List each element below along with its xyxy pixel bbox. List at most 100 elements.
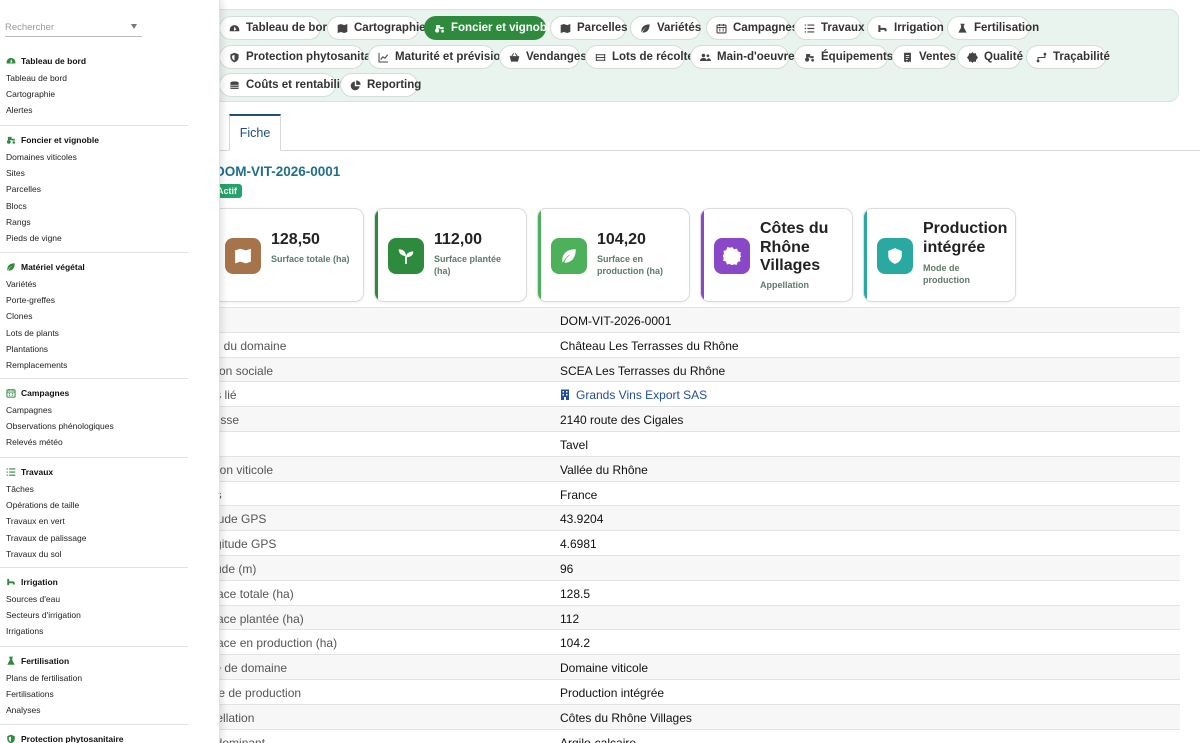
nav-item-parcelles[interactable]: Parcelles <box>550 16 628 40</box>
stat-card: 104,20 Surface en production (ha) <box>537 208 690 302</box>
nav-item-tableau-de-bord[interactable]: Tableau de bord <box>219 16 334 40</box>
sidebar-item[interactable]: Analyses <box>6 705 41 715</box>
sidebar-item[interactable]: Sites <box>6 168 25 178</box>
nav-item-vendanges[interactable]: Vendanges <box>499 45 587 69</box>
table-row: Latitude GPS 43.9204 <box>195 505 1180 531</box>
chevron-down-icon[interactable] <box>131 24 137 29</box>
sidebar-item[interactable]: Sources d'eau <box>6 594 60 604</box>
nav-item-foncier-et-vignoble[interactable]: Foncier et vignoble <box>424 16 556 40</box>
users-icon <box>700 52 711 63</box>
sidebar-section-header: Protection phytosanitaire <box>6 734 124 743</box>
sidebar-item[interactable]: Rangs <box>6 217 31 227</box>
basket-icon <box>509 52 520 63</box>
sidebar-item[interactable]: Opérations de taille <box>6 500 79 510</box>
faucet-icon <box>877 23 888 34</box>
sidebar-item[interactable]: Tâches <box>6 484 34 494</box>
flask-icon <box>957 23 968 34</box>
tab-fiche[interactable]: Fiche <box>229 114 281 151</box>
nav-item-couts-et-rentabilite[interactable]: Coûts et rentabilité <box>219 73 350 97</box>
nav-item-maturite-et-prevision[interactable]: Maturité et prévision <box>368 45 507 69</box>
nav-item-label: Lots de récolte <box>612 51 694 63</box>
stat-label: Surface totale (ha) <box>271 254 350 264</box>
linked-third-party[interactable]: Grands Vins Export SAS <box>560 388 707 402</box>
nav-item-irrigation[interactable]: Irrigation <box>867 16 944 40</box>
sidebar-item[interactable]: Travaux en vert <box>6 516 65 526</box>
field-value: Château Les Terrasses du Rhône <box>560 338 739 353</box>
sidebar-divider <box>0 724 188 725</box>
nav-item-label: Reporting <box>367 79 422 91</box>
nav-item-lots-de-recolte[interactable]: Lots de récolte <box>585 45 694 69</box>
nav-item-varietes[interactable]: Variétés <box>630 16 701 40</box>
sidebar-item[interactable]: Plans de fertilisation <box>6 673 82 683</box>
sidebar-item[interactable]: Remplacements <box>6 360 67 370</box>
stat-label: Surface plantée (ha) <box>434 254 502 276</box>
nav-item-fertilisation[interactable]: Fertilisation <box>947 16 1039 40</box>
card-accent-bar <box>864 209 867 301</box>
sidebar-section-title: Foncier et vignoble <box>21 135 99 145</box>
sidebar-item[interactable]: Variétés <box>6 279 37 289</box>
nav-item-label: Variétés <box>657 22 702 34</box>
sidebar-section-header: Matériel végétal <box>6 262 85 272</box>
nav-item-reporting[interactable]: Reporting <box>340 73 422 97</box>
stat-label: Surface en production (ha) <box>597 254 663 276</box>
sidebar-item[interactable]: Cartographie <box>6 89 55 99</box>
stat-card: 128,50 Surface totale (ha) <box>211 208 364 302</box>
sidebar-item[interactable]: Alertes <box>6 105 32 115</box>
nav-item-tracabilite[interactable]: Traçabilité <box>1026 45 1110 69</box>
nav-item-cartographie[interactable]: Cartographie <box>327 16 426 40</box>
sidebar-section-title: Protection phytosanitaire <box>21 734 124 743</box>
link-text[interactable]: Grands Vins Export SAS <box>576 388 707 402</box>
sidebar-item[interactable]: Porte-greffes <box>6 295 55 305</box>
sidebar-divider <box>0 378 188 379</box>
sidebar-section-header: Foncier et vignoble <box>6 135 99 145</box>
nav-item-label: Ventes <box>919 51 957 63</box>
sidebar-item[interactable]: Observations phénologiques <box>6 421 114 431</box>
stat-card: Côtes du Rhône Villages Appellation <box>700 208 853 302</box>
sidebar-item[interactable]: Plantations <box>6 344 48 354</box>
nav-item-label: Campagnes <box>733 22 799 34</box>
sidebar-section-header: Tableau de bord <box>6 56 86 66</box>
stat-card: Production intégrée Mode de production <box>863 208 1016 302</box>
nav-item-campagnes[interactable]: Campagnes <box>706 16 798 40</box>
dashboard-icon <box>229 23 240 34</box>
nav-item-travaux[interactable]: Travaux <box>794 16 864 40</box>
stat-value: 112,00 <box>434 231 483 248</box>
sidebar-item[interactable]: Relevés météo <box>6 437 63 447</box>
sidebar-item[interactable]: Tableau de bord <box>6 73 67 83</box>
nav-item-label: Fertilisation <box>974 22 1040 34</box>
pie-icon <box>350 79 361 91</box>
nav-item-ventes[interactable]: Ventes <box>892 45 956 69</box>
list-icon <box>804 23 815 34</box>
sidebar-item[interactable]: Campagnes <box>6 405 52 415</box>
table-row: Tiers liéGrands Vins Export SAS <box>195 381 1180 406</box>
nav-item-protection-phytosanitaire[interactable]: Protection phytosanitaire <box>219 45 385 69</box>
search-input[interactable]: Rechercher <box>5 16 142 37</box>
field-value: 112 <box>560 611 580 626</box>
flask-icon <box>6 656 16 666</box>
sidebar-item[interactable]: Secteurs d'irrigation <box>6 610 81 620</box>
nav-item-qualite[interactable]: Qualité <box>957 45 1023 69</box>
sidebar-section-header: Irrigation <box>6 577 58 587</box>
nav-item-label: Main-d'oeuvre <box>717 51 795 63</box>
nav-item-label: Protection phytosanitaire <box>246 51 385 63</box>
sidebar-item[interactable]: Pieds de vigne <box>6 233 62 243</box>
sidebar-item[interactable]: Lots de plants <box>6 328 59 338</box>
field-value: Domaine viticole <box>560 661 649 676</box>
table-row: Région viticole Vallée du Rhône <box>195 455 1180 481</box>
nav-item-label: Foncier et vignoble <box>451 22 557 34</box>
record-title: DOM-VIT-2026-0001 <box>215 164 341 179</box>
sidebar-item[interactable]: Blocs <box>6 201 27 211</box>
sidebar-item[interactable]: Fertilisations <box>6 689 54 699</box>
sidebar-item[interactable]: Travaux de palissage <box>6 533 86 543</box>
sidebar-item[interactable]: Travaux du sol <box>6 549 61 559</box>
sidebar-item[interactable]: Parcelles <box>6 184 41 194</box>
tractor-icon <box>804 52 815 63</box>
sidebar-item[interactable]: Clones <box>6 311 32 321</box>
nav-item-main-d-oeuvre[interactable]: Main-d'oeuvre <box>690 45 795 69</box>
field-value: 4.6981 <box>560 537 597 552</box>
stat-value: 104,20 <box>597 231 646 248</box>
tractor-icon <box>6 135 16 145</box>
sidebar-item[interactable]: Domaines viticoles <box>6 152 77 162</box>
sidebar-item[interactable]: Irrigations <box>6 626 43 636</box>
nav-item-equipements[interactable]: Équipements <box>794 45 893 69</box>
